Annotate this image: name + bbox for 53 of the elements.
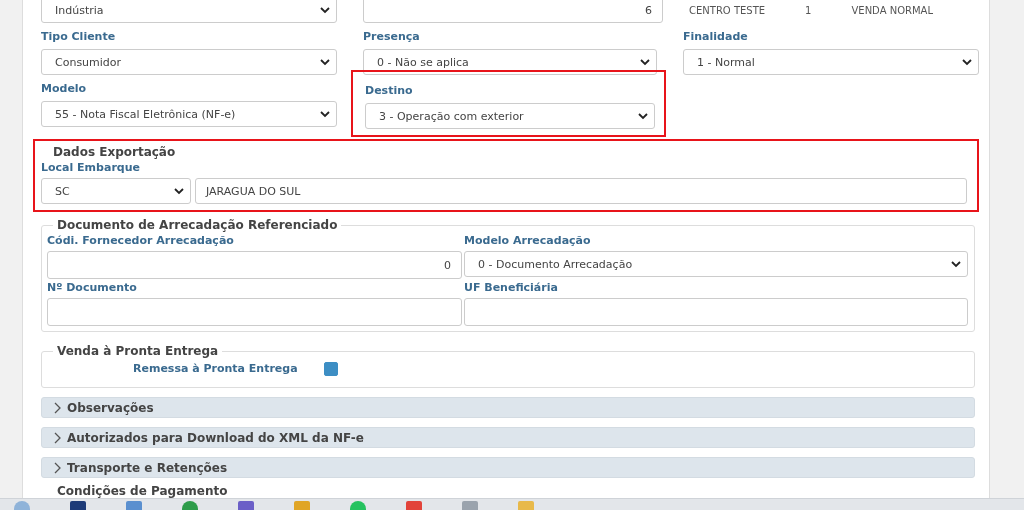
field-label: Tipo Cliente [41, 30, 117, 44]
field-label: Modelo Arrecadação [464, 234, 592, 248]
select-value: 0 - Não se aplica [377, 55, 469, 69]
field-label: UF Beneficiária [464, 281, 559, 295]
code-text: 1 [805, 4, 812, 16]
select-field[interactable]: 1 - Normal [683, 49, 979, 75]
accordion-header[interactable]: Observações [41, 397, 975, 418]
operation-text: VENDA NORMAL [851, 4, 933, 16]
company-text: CENTRO TESTE [689, 4, 766, 16]
chevron-down-icon [640, 58, 650, 66]
chevron-down-icon [320, 110, 330, 118]
select-value: Indústria [55, 3, 104, 17]
select-value: SC [55, 184, 70, 198]
chevron-right-icon [54, 401, 61, 414]
checkbox-label: Remessa à Pronta Entrega [133, 362, 298, 376]
select-value: 0 - Documento Arrecadação [478, 257, 633, 271]
select-field[interactable]: Consumidor [41, 49, 337, 75]
field-label: Destino [365, 84, 414, 98]
accordion-header[interactable]: Autorizados para Download do XML da NF-e [41, 427, 975, 448]
select-field[interactable]: 0 - Não se aplica [363, 49, 657, 75]
section-title: Documento de Arrecadação Referenciado [53, 218, 342, 232]
select-value: Consumidor [55, 55, 122, 69]
number-field[interactable]: 6 [363, 0, 663, 23]
field-label: Finalidade [683, 30, 749, 44]
select-field[interactable]: SC [41, 178, 191, 204]
chevron-down-icon [638, 112, 648, 120]
accordion-header[interactable]: Transporte e Retenções [41, 457, 975, 478]
select-field[interactable]: 55 - Nota Fiscal Eletrônica (NF-e) [41, 101, 337, 127]
chevron-down-icon [320, 58, 330, 66]
chevron-right-icon [54, 431, 61, 444]
chevron-down-icon [174, 187, 184, 195]
checkbox[interactable] [323, 362, 338, 376]
input-field[interactable]: 0 [47, 251, 462, 279]
select-value: 55 - Nota Fiscal Eletrônica (NF-e) [55, 107, 236, 121]
input-field[interactable]: JARAGUA DO SUL [195, 178, 967, 204]
field-label: Presença [363, 30, 421, 44]
select-value: 3 - Operação com exterior [379, 109, 524, 123]
chevron-down-icon [320, 6, 330, 14]
chevron-right-icon [54, 461, 61, 474]
field-label: Local Embarque [41, 161, 141, 175]
section-title: Venda à Pronta Entrega [53, 344, 223, 358]
field-label: Códi. Fornecedor Arrecadação [47, 234, 235, 248]
input-field[interactable] [47, 298, 462, 326]
select-field[interactable]: 3 - Operação com exterior [365, 103, 655, 129]
select-field[interactable]: 0 - Documento Arrecadação [464, 251, 968, 277]
input-field[interactable] [464, 298, 968, 326]
field-label: Nº Documento [47, 281, 138, 295]
select-value: 1 - Normal [697, 55, 755, 69]
chevron-down-icon [962, 58, 972, 66]
section-title: Dados Exportação [52, 145, 176, 159]
select-field[interactable]: Indústria [41, 0, 337, 23]
field-label: Modelo [41, 82, 88, 96]
chevron-down-icon [951, 260, 961, 268]
